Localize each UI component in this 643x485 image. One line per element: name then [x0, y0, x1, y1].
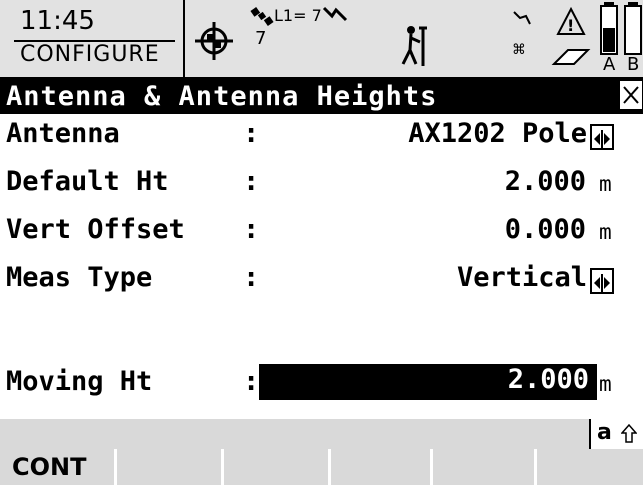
unit-label: m	[599, 220, 612, 244]
softkey-f1-cont[interactable]: CONT	[0, 449, 117, 485]
battery-b-label: B	[627, 54, 640, 75]
field-label: Moving Ht	[6, 366, 153, 397]
field-default-ht[interactable]: Default Ht : 2.000 m	[0, 164, 643, 204]
field-vert-offset[interactable]: Vert Offset : 0.000 m	[0, 212, 643, 252]
input-mode-indicator[interactable]: a	[589, 419, 643, 449]
softkey-f2[interactable]	[117, 449, 224, 485]
default-ht-value[interactable]: 2.000	[505, 166, 586, 197]
unit-label: m	[599, 172, 612, 196]
page-title: Antenna & Antenna Heights	[6, 81, 438, 112]
vert-offset-value[interactable]: 0.000	[505, 214, 586, 245]
meas-type-spinner[interactable]	[590, 268, 614, 294]
close-icon	[623, 86, 639, 104]
softkey-f4[interactable]	[331, 449, 433, 485]
svg-text:⌘: ⌘	[512, 42, 526, 58]
position-crosshair-icon	[195, 22, 233, 60]
field-colon: :	[243, 366, 260, 397]
signal-lightning-icon	[322, 6, 348, 22]
field-colon: :	[243, 118, 260, 149]
field-colon: :	[243, 214, 260, 245]
softkey-bar: CONT	[0, 449, 643, 485]
radio-link-icon	[513, 11, 531, 25]
satellite-icon	[250, 7, 274, 26]
battery-a-icon	[600, 2, 618, 55]
field-label: Vert Offset	[6, 214, 185, 245]
status-bar: 11:45 CONFIGURE L1= 7 7 ⌘ ! A B	[0, 0, 643, 80]
field-label: Meas Type	[6, 262, 153, 293]
meas-type-select-value[interactable]: Vertical	[457, 262, 587, 293]
svg-text:!: !	[567, 16, 574, 35]
input-mode-label: a	[597, 420, 612, 445]
left-right-arrows-icon	[594, 274, 610, 292]
softkey-label: CONT	[12, 453, 87, 481]
moving-surveyor-icon	[401, 26, 427, 66]
field-colon: :	[243, 262, 260, 293]
warning-icon: !	[556, 6, 586, 35]
moving-ht-input[interactable]: 2.000	[259, 364, 597, 400]
field-label: Antenna	[6, 118, 120, 149]
field-meas-type[interactable]: Meas Type : Vertical	[0, 260, 643, 300]
field-label: Default Ht	[6, 166, 169, 197]
field-antenna[interactable]: Antenna : AX1202 Pole	[0, 116, 643, 156]
clock-time: 11:45	[20, 6, 95, 36]
memory-card-icon	[551, 49, 591, 65]
unit-label: m	[599, 372, 612, 396]
left-right-arrows-icon	[594, 130, 610, 148]
window-title-bar: Antenna & Antenna Heights	[0, 80, 643, 114]
input-status-bar: a	[0, 419, 643, 449]
antenna-select-value[interactable]: AX1202 Pole	[408, 118, 587, 149]
mode-label: CONFIGURE	[20, 42, 160, 67]
softkey-f3[interactable]	[224, 449, 331, 485]
softkey-f5[interactable]	[433, 449, 537, 485]
close-button[interactable]	[619, 80, 643, 110]
antenna-spinner[interactable]	[590, 124, 614, 150]
data-link-icon: ⌘	[512, 42, 526, 58]
softkey-f6[interactable]	[537, 449, 643, 485]
gps-l1-label: L1= 7	[274, 6, 322, 25]
shift-arrow-icon	[621, 424, 637, 443]
field-colon: :	[243, 166, 260, 197]
field-moving-ht[interactable]: Moving Ht : 2.000 m	[0, 364, 643, 404]
satellite-count: 7	[255, 28, 267, 49]
battery-a-label: A	[603, 54, 616, 75]
battery-b-icon	[624, 2, 642, 55]
clock-panel: 11:45 CONFIGURE	[0, 0, 185, 77]
